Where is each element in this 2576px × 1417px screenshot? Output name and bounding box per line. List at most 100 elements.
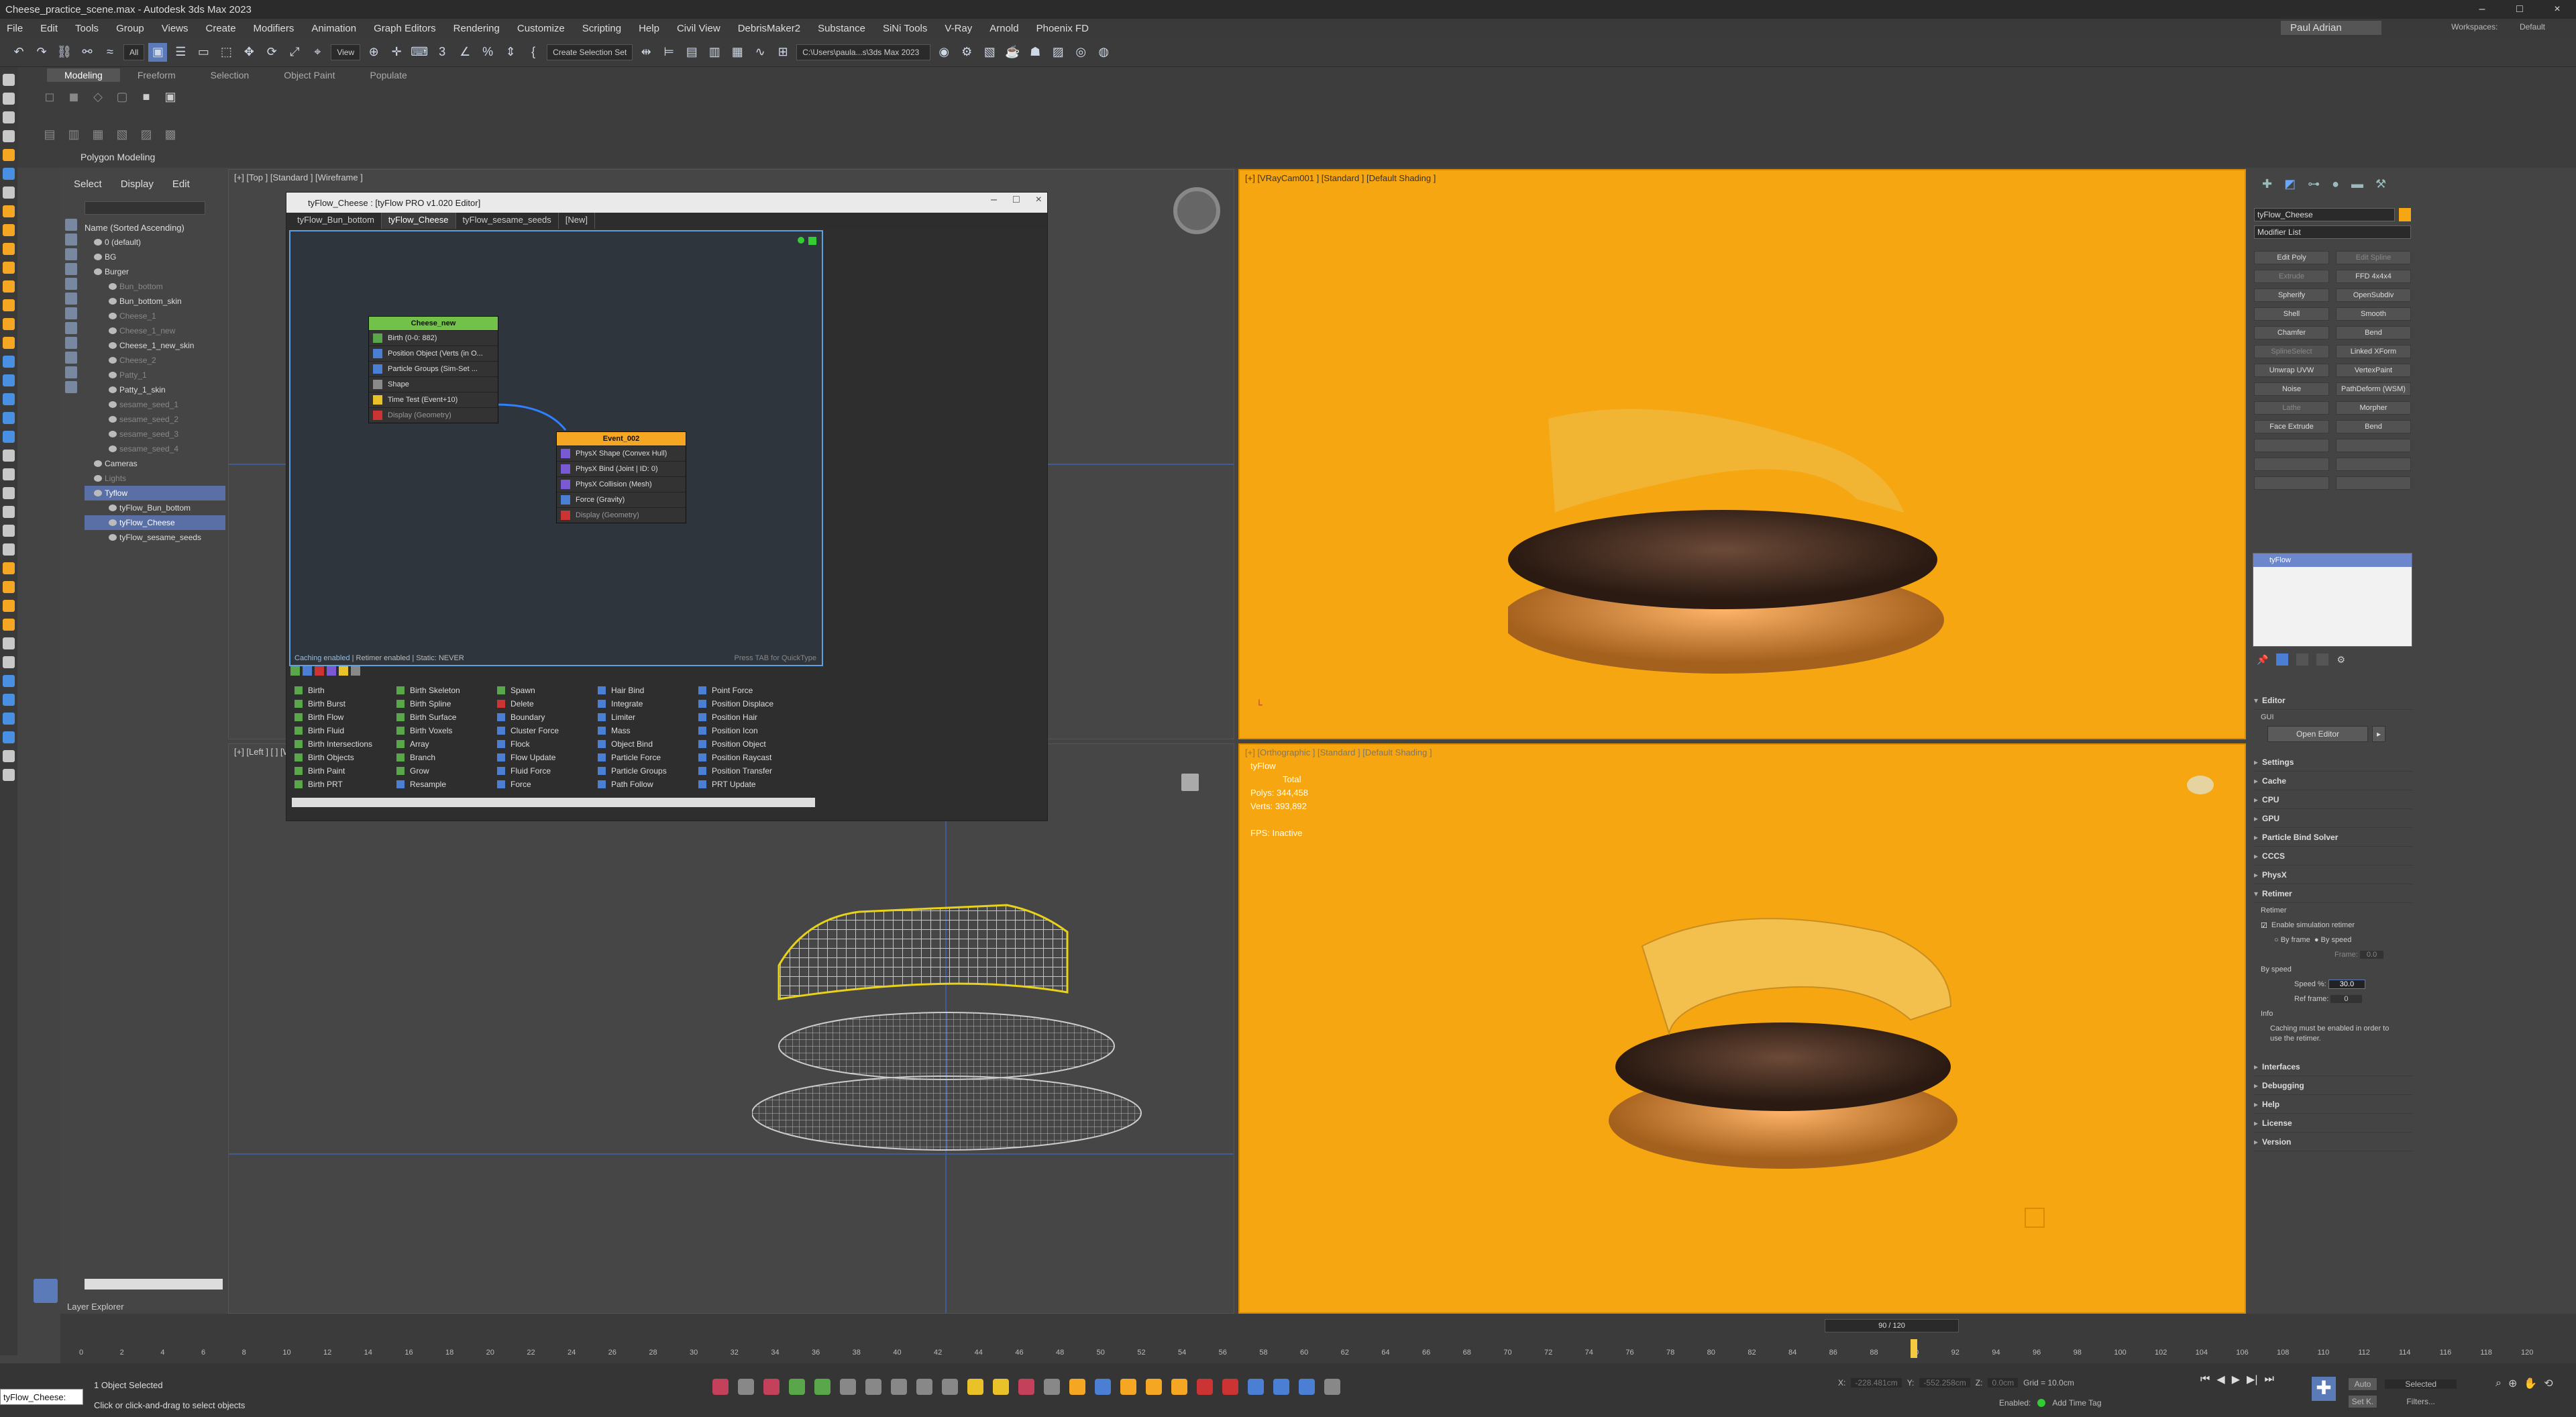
tool-icon[interactable] bbox=[712, 1379, 729, 1395]
category-birth-icon[interactable] bbox=[290, 666, 300, 676]
palette-operator[interactable]: Birth Burst bbox=[294, 697, 372, 711]
operator-row[interactable]: PhysX Shape (Convex Hull) bbox=[557, 445, 686, 461]
create-light-icon[interactable] bbox=[3, 111, 15, 123]
rollout-license[interactable]: License bbox=[2254, 1114, 2412, 1133]
edit-named-sets-icon[interactable]: { bbox=[524, 43, 543, 62]
filter-helpers-icon[interactable] bbox=[65, 278, 77, 290]
filter-geometry-icon[interactable] bbox=[65, 219, 77, 231]
y-coordinate-field[interactable]: -552.258cm bbox=[1919, 1378, 1970, 1387]
modifier-button[interactable]: Linked XForm bbox=[2336, 345, 2411, 358]
category-physx-icon[interactable] bbox=[327, 666, 336, 676]
ribbon-tool-icon[interactable]: ▩ bbox=[161, 125, 180, 144]
render-setup-icon[interactable]: ⚙ bbox=[957, 43, 976, 62]
move-icon[interactable]: ✥ bbox=[239, 43, 258, 62]
layer-explorer-label[interactable]: Layer Explorer bbox=[67, 1302, 124, 1312]
palette-operator[interactable]: Birth Surface bbox=[396, 711, 460, 724]
tree-item[interactable]: Patty_1 bbox=[85, 368, 225, 382]
palette-operator[interactable]: Position Transfer bbox=[698, 764, 773, 778]
layer-explorer-icon[interactable]: ▥ bbox=[705, 43, 724, 62]
rollout-cpu[interactable]: CPU bbox=[2254, 790, 2412, 809]
substance-icon[interactable] bbox=[3, 581, 15, 593]
select-by-name-icon[interactable]: ☰ bbox=[171, 43, 190, 62]
palette-operator[interactable]: Flow Update bbox=[497, 751, 559, 764]
filter-xrefs-icon[interactable] bbox=[65, 322, 77, 334]
palette-operator[interactable]: Limiter bbox=[598, 711, 667, 724]
tyflow-tab-new[interactable]: [New] bbox=[559, 213, 595, 229]
snaps-toggle-icon[interactable]: 3 bbox=[433, 43, 451, 62]
tyflow-close-button[interactable]: × bbox=[1036, 194, 1042, 206]
mirror-icon[interactable]: ⇹ bbox=[637, 43, 655, 62]
palette-operator[interactable]: Array bbox=[396, 737, 460, 751]
modifier-button[interactable]: Morpher bbox=[2336, 401, 2411, 415]
palette-operator[interactable]: Position Displace bbox=[698, 697, 773, 711]
tyflow-editor-titlebar[interactable]: tyFlow_Cheese : [tyFlow PRO v1.020 Edito… bbox=[286, 193, 1047, 213]
filter-bones-icon[interactable] bbox=[65, 337, 77, 349]
empty-modifier-slot[interactable] bbox=[2254, 476, 2329, 490]
menu-animation[interactable]: Animation bbox=[311, 23, 356, 34]
menu-civil-view[interactable]: Civil View bbox=[677, 23, 720, 34]
current-frame-marker[interactable] bbox=[1911, 1339, 1917, 1358]
sini-icon[interactable] bbox=[3, 619, 15, 631]
modifier-button[interactable]: Bend bbox=[2336, 326, 2411, 339]
palette-operator[interactable]: Birth Paint bbox=[294, 764, 372, 778]
palette-operator[interactable]: Fluid Force bbox=[497, 764, 559, 778]
visibility-eye-icon[interactable] bbox=[109, 372, 117, 378]
ribbon-tool-icon[interactable]: ▦ bbox=[89, 125, 107, 144]
keyboard-shortcut-icon[interactable]: ⌨ bbox=[410, 43, 429, 62]
palette-operator[interactable]: Force bbox=[497, 778, 559, 791]
viewport-ortho[interactable]: [+] [Orthographic ] [Standard ] [Default… bbox=[1238, 743, 2246, 1314]
reactor-icon[interactable] bbox=[3, 468, 15, 480]
rollout-particle-bind-solver[interactable]: Particle Bind Solver bbox=[2254, 828, 2412, 847]
make-unique-icon[interactable] bbox=[2296, 653, 2309, 666]
menu-rendering[interactable]: Rendering bbox=[453, 23, 500, 34]
modifier-button[interactable]: Edit Poly bbox=[2254, 251, 2329, 264]
window-crossing-icon[interactable]: ⬚ bbox=[217, 43, 235, 62]
rect-selection-icon[interactable]: ▭ bbox=[194, 43, 213, 62]
go-to-end-icon[interactable]: ⏭ bbox=[2265, 1373, 2274, 1385]
modifier-button[interactable]: Chamfer bbox=[2254, 326, 2329, 339]
create-geometry-icon[interactable] bbox=[3, 74, 15, 86]
modifier-button[interactable]: Noise bbox=[2254, 382, 2329, 396]
palette-operator[interactable]: Boundary bbox=[497, 711, 559, 724]
empty-modifier-slot[interactable] bbox=[2254, 458, 2329, 471]
modifier-button[interactable]: PathDeform (WSM) bbox=[2336, 382, 2411, 396]
modifier-button[interactable]: Shell bbox=[2254, 307, 2329, 321]
maximize-button[interactable]: □ bbox=[2501, 0, 2538, 19]
select-object-icon[interactable]: ▣ bbox=[148, 42, 168, 62]
palette-operator[interactable]: Position Icon bbox=[698, 724, 773, 737]
teapot-icon[interactable] bbox=[3, 280, 15, 293]
hair-icon[interactable] bbox=[3, 431, 15, 443]
ribbon-group-polygon-modeling[interactable]: Polygon Modeling bbox=[80, 152, 155, 162]
vray-proxy-icon[interactable] bbox=[3, 506, 15, 518]
visibility-eye-icon[interactable] bbox=[109, 445, 117, 452]
tool-icon[interactable] bbox=[1299, 1379, 1315, 1395]
scene-explorer-icon[interactable]: ▤ bbox=[682, 43, 701, 62]
operator-row[interactable]: Particle Groups (Sim-Set ... bbox=[369, 361, 498, 376]
filter-hidden-icon[interactable] bbox=[65, 381, 77, 393]
palette-operator[interactable]: Birth Objects bbox=[294, 751, 372, 764]
tyflow-tab-bun-bottom[interactable]: tyFlow_Bun_bottom bbox=[290, 213, 382, 229]
stop-icon[interactable] bbox=[891, 1379, 907, 1395]
empty-modifier-slot[interactable] bbox=[2336, 476, 2411, 490]
tool-icon[interactable] bbox=[1146, 1379, 1162, 1395]
reference-coordinate-dropdown[interactable]: View bbox=[331, 44, 361, 60]
palette-operator[interactable]: Position Object bbox=[698, 737, 773, 751]
help-icon-status[interactable] bbox=[1324, 1379, 1340, 1395]
rollout-retimer[interactable]: Retimer bbox=[2254, 884, 2412, 903]
torus-icon[interactable] bbox=[3, 262, 15, 274]
frame-spinner[interactable]: Frame: 0.0 bbox=[2254, 947, 2412, 962]
rollout-interfaces[interactable]: Interfaces bbox=[2254, 1057, 2412, 1076]
tree-item[interactable]: Cheese_1_new bbox=[85, 323, 225, 338]
tree-item[interactable]: tyFlow_Bun_bottom bbox=[85, 501, 225, 515]
tree-item[interactable]: Cheese_1 bbox=[85, 309, 225, 323]
ribbon-tab-modeling[interactable]: Modeling bbox=[47, 68, 120, 82]
tool-icon[interactable] bbox=[1197, 1379, 1213, 1395]
x-coordinate-field[interactable]: -228.481cm bbox=[1851, 1378, 1902, 1387]
tool-icon[interactable] bbox=[1222, 1379, 1238, 1395]
tyflow-tab-cheese[interactable]: tyFlow_Cheese bbox=[381, 213, 456, 229]
create-camera-icon[interactable] bbox=[3, 130, 15, 142]
create-shape-icon[interactable] bbox=[3, 93, 15, 105]
arnold-icon[interactable] bbox=[3, 525, 15, 537]
tree-item[interactable]: BG bbox=[85, 250, 225, 264]
rollout-gpu[interactable]: GPU bbox=[2254, 809, 2412, 828]
